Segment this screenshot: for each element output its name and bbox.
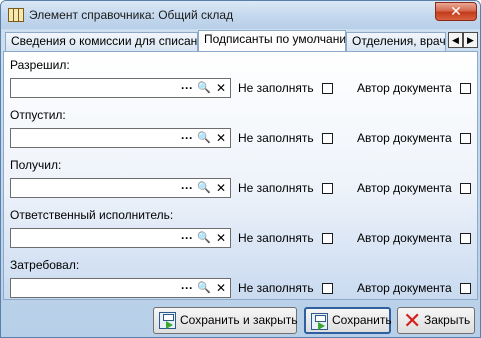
close-icon: ✕: [403, 308, 422, 333]
clear-icon[interactable]: ✕: [213, 80, 229, 96]
field-2-author-label: Автор документа: [357, 131, 452, 145]
field-2-label: Отпустил:: [10, 108, 66, 122]
browse-icon[interactable]: ···: [179, 280, 195, 296]
window-title: Элемент справочника: Общий склад: [29, 8, 234, 22]
field-3-author-label: Автор документа: [357, 181, 452, 195]
field-4-author-checkbox[interactable]: [460, 233, 471, 244]
field-4-label: Ответственный исполнитель:: [10, 208, 174, 222]
field-4-input-box: ··· 🔍 ✕: [10, 228, 231, 248]
browse-icon[interactable]: ···: [179, 130, 195, 146]
save-icon: [159, 312, 176, 329]
tab-strip: Сведения о комиссии для списания Подписа…: [1, 30, 480, 51]
field-1-author-checkbox[interactable]: [460, 83, 471, 94]
field-1-label: Разрешил:: [10, 58, 70, 72]
clear-icon[interactable]: ✕: [213, 130, 229, 146]
field-3-input[interactable]: [12, 180, 180, 196]
field-1-input[interactable]: [12, 80, 180, 96]
field-2-author-checkbox[interactable]: [460, 133, 471, 144]
field-1-no-fill-label: Не заполнять: [238, 81, 314, 95]
window-close-button[interactable]: ✕: [435, 2, 477, 21]
field-4-no-fill-checkbox[interactable]: [322, 233, 333, 244]
field-3-author-checkbox[interactable]: [460, 183, 471, 194]
field-1-author-label: Автор документа: [357, 81, 452, 95]
field-4-no-fill-label: Не заполнять: [238, 231, 314, 245]
field-5-author-label: Автор документа: [357, 281, 452, 295]
save-icon: [311, 313, 328, 330]
field-5-author-checkbox[interactable]: [460, 283, 471, 294]
field-5-input[interactable]: [12, 280, 180, 296]
field-1-input-box: ··· 🔍 ✕: [10, 78, 231, 98]
close-label: Закрыть: [424, 313, 471, 327]
search-icon[interactable]: 🔍: [196, 230, 212, 246]
save-and-close-label: Сохранить и закрыть: [180, 313, 298, 327]
field-5-no-fill-checkbox[interactable]: [322, 283, 333, 294]
close-button[interactable]: ✕ Закрыть: [397, 307, 475, 334]
field-3-no-fill-checkbox[interactable]: [322, 183, 333, 194]
search-icon[interactable]: 🔍: [196, 180, 212, 196]
field-4-input[interactable]: [12, 230, 180, 246]
field-3-input-box: ··· 🔍 ✕: [10, 178, 231, 198]
field-5-label: Затребовал:: [10, 258, 80, 272]
browse-icon[interactable]: ···: [179, 230, 195, 246]
tab-departments[interactable]: Отделения, врачи: [346, 32, 446, 51]
browse-icon[interactable]: ···: [179, 80, 195, 96]
field-4-author-label: Автор документа: [357, 231, 452, 245]
field-2-no-fill-label: Не заполнять: [238, 131, 314, 145]
save-button[interactable]: Сохранить: [304, 307, 392, 334]
tab-commission[interactable]: Сведения о комиссии для списания: [5, 32, 198, 51]
search-icon[interactable]: 🔍: [196, 280, 212, 296]
field-5-no-fill-label: Не заполнять: [238, 281, 314, 295]
dialog-window: Элемент справочника: Общий склад ✕ Сведе…: [0, 0, 481, 338]
search-icon[interactable]: 🔍: [196, 80, 212, 96]
field-1-no-fill-checkbox[interactable]: [322, 83, 333, 94]
tab-scroll-left-button[interactable]: ◀: [448, 32, 463, 48]
tab-scroll-right-button[interactable]: ▶: [463, 32, 478, 48]
table-icon: [8, 8, 24, 22]
title-bar: Элемент справочника: Общий склад ✕: [1, 1, 480, 29]
browse-icon[interactable]: ···: [179, 180, 195, 196]
clear-icon[interactable]: ✕: [213, 180, 229, 196]
field-2-input[interactable]: [12, 130, 180, 146]
field-2-input-box: ··· 🔍 ✕: [10, 128, 231, 148]
clear-icon[interactable]: ✕: [213, 280, 229, 296]
field-3-label: Получил:: [10, 158, 62, 172]
field-2-no-fill-checkbox[interactable]: [322, 133, 333, 144]
search-icon[interactable]: 🔍: [196, 130, 212, 146]
signers-panel: Разрешил: ··· 🔍 ✕ Не заполнять Автор док…: [3, 51, 478, 300]
field-3-no-fill-label: Не заполнять: [238, 181, 314, 195]
save-and-close-button[interactable]: Сохранить и закрыть: [153, 307, 297, 334]
tab-default-signers[interactable]: Подписанты по умолчанию: [198, 30, 346, 51]
field-5-input-box: ··· 🔍 ✕: [10, 278, 231, 298]
button-bar: Сохранить и закрыть Сохранить ✕ Закрыть: [1, 301, 480, 338]
save-label: Сохранить: [332, 313, 392, 327]
clear-icon[interactable]: ✕: [213, 230, 229, 246]
